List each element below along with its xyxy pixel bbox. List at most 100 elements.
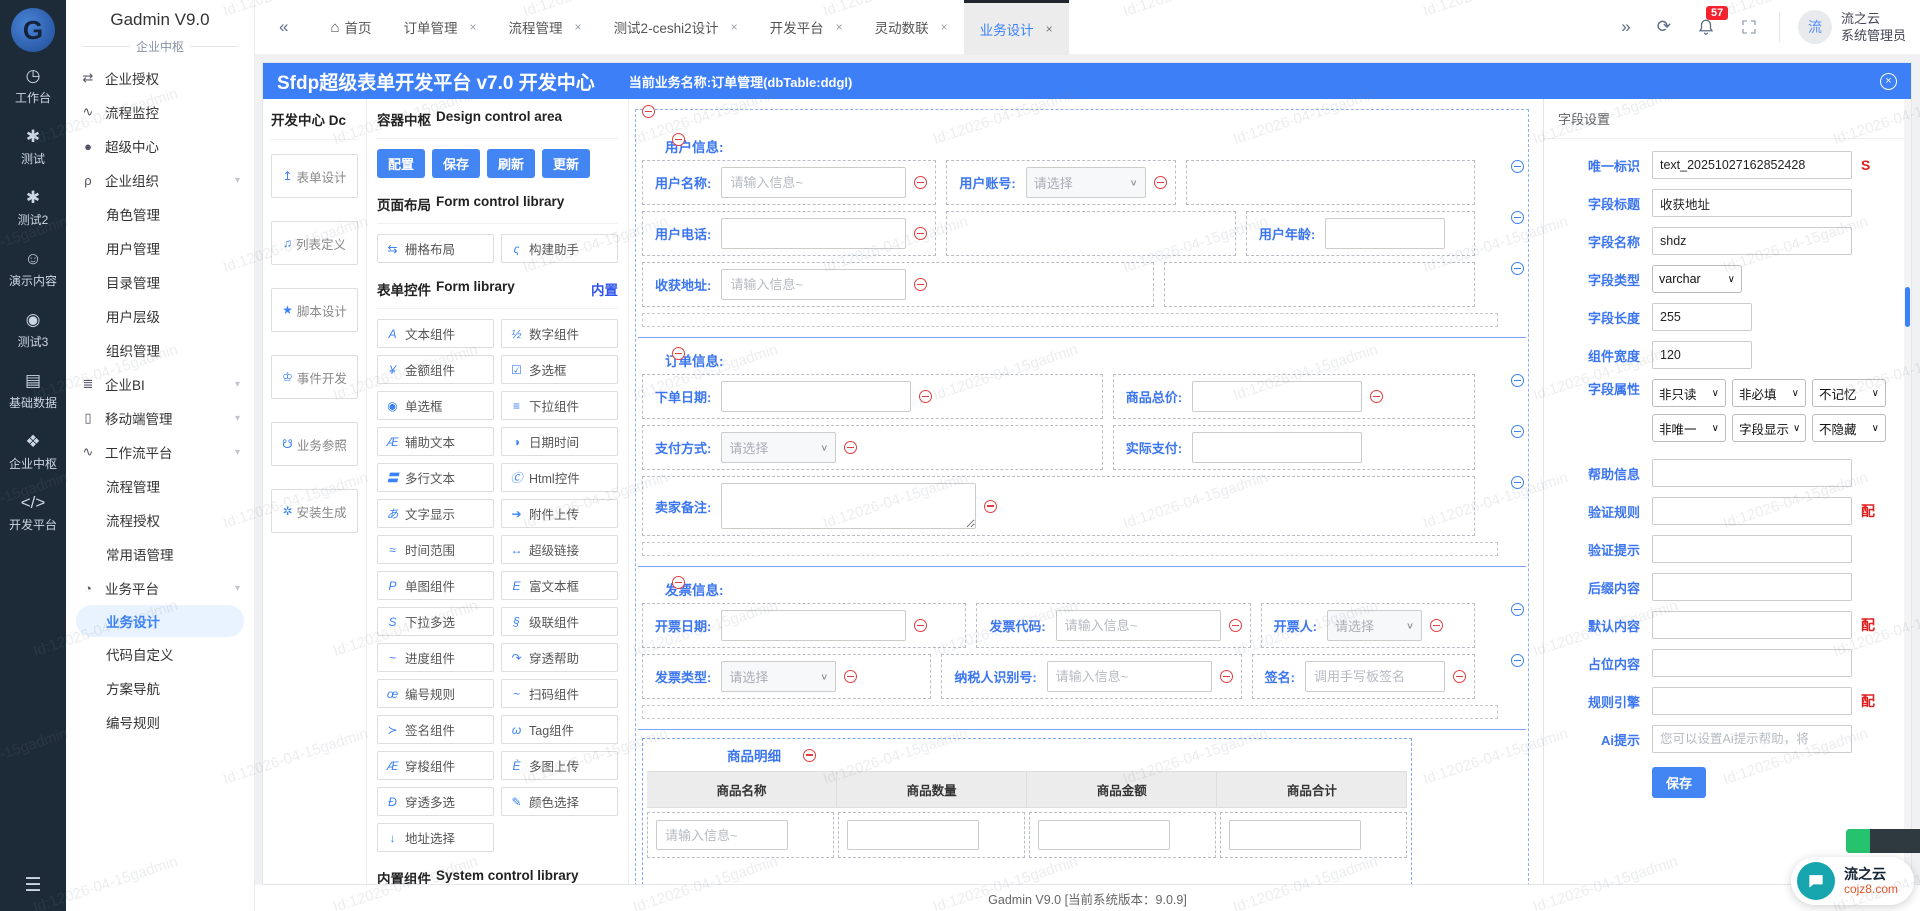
sidebar-item-编号规则[interactable]: 编号规则: [66, 705, 254, 739]
tab-订单管理[interactable]: 订单管理×: [388, 0, 493, 55]
attr-select-不记忆[interactable]: 不记忆∨: [1812, 379, 1886, 407]
notifications-bell-icon[interactable]: 57: [1697, 18, 1715, 36]
field-input[interactable]: [1056, 610, 1221, 641]
sidebar-item-用户层级[interactable]: 用户层级: [66, 299, 254, 333]
panel-input-帮助信息[interactable]: [1652, 459, 1852, 487]
field-select[interactable]: 请选择∨: [1327, 610, 1422, 641]
component-金额组件[interactable]: ¥金额组件: [377, 355, 494, 384]
component-单图组件[interactable]: P单图组件: [377, 571, 494, 600]
collapse-row-icon[interactable]: [1511, 654, 1524, 667]
sidebar-item-流程授权[interactable]: 流程授权: [66, 503, 254, 537]
collapse-row-icon[interactable]: [1511, 603, 1524, 616]
panel-input-默认内容[interactable]: [1652, 611, 1852, 639]
close-tab-icon[interactable]: ×: [470, 20, 477, 34]
collapse-row-icon[interactable]: [1511, 425, 1524, 438]
component-进度组件[interactable]: ~进度组件: [377, 643, 494, 672]
close-tab-icon[interactable]: ×: [836, 20, 843, 34]
panel-input-规则引擎[interactable]: [1652, 687, 1852, 715]
save-field-button[interactable]: 保存: [1652, 767, 1706, 798]
user-avatar[interactable]: 流: [1798, 10, 1832, 44]
component-构建助手[interactable]: ς构建助手: [501, 234, 618, 263]
rail-item-企业中枢[interactable]: ❖企业中枢: [9, 432, 57, 472]
remove-field-icon[interactable]: [914, 619, 927, 632]
field-input[interactable]: [721, 381, 911, 412]
sidebar-item-企业组织[interactable]: ρ企业组织▾: [66, 163, 254, 197]
component-编号规则[interactable]: œ编号规则: [377, 679, 494, 708]
component-下拉组件[interactable]: ≡下拉组件: [501, 391, 618, 420]
component-附件上传[interactable]: ➔附件上传: [501, 499, 618, 528]
sidebar-item-角色管理[interactable]: 角色管理: [66, 197, 254, 231]
attr-select-非只读[interactable]: 非只读∨: [1652, 379, 1726, 407]
component-签名组件[interactable]: ≻签名组件: [377, 715, 494, 744]
tab-流程管理[interactable]: 流程管理×: [493, 0, 598, 55]
component-富文本框[interactable]: E富文本框: [501, 571, 618, 600]
action-button-更新[interactable]: 更新: [542, 149, 590, 178]
sidebar-item-超级中心[interactable]: ●超级中心: [66, 129, 254, 163]
component-时间范围[interactable]: ≈时间范围: [377, 535, 494, 564]
devcenter-button-安装生成[interactable]: ✲安装生成: [271, 489, 358, 533]
action-button-配置[interactable]: 配置: [377, 149, 425, 178]
collapse-row-icon[interactable]: [1511, 160, 1524, 173]
attr-select-非必填[interactable]: 非必填∨: [1732, 379, 1806, 407]
config-link-唯一标识[interactable]: S: [1861, 157, 1870, 173]
tab-灵动数联[interactable]: 灵动数联×: [859, 0, 964, 55]
close-tab-icon[interactable]: ×: [575, 20, 582, 34]
tab-开发平台[interactable]: 开发平台×: [754, 0, 859, 55]
tab-home[interactable]: ⌂ 首页: [314, 0, 387, 55]
remove-field-icon[interactable]: [914, 278, 927, 291]
field-input[interactable]: [1047, 661, 1212, 692]
sidebar-item-企业授权[interactable]: ⇄企业授权: [66, 61, 254, 95]
rail-item-基础数据[interactable]: ▤基础数据: [9, 371, 57, 411]
component-扫码组件[interactable]: ~扫码组件: [501, 679, 618, 708]
collapse-row-icon[interactable]: [1511, 211, 1524, 224]
component-文本组件[interactable]: A文本组件: [377, 319, 494, 348]
component-多行文本[interactable]: 〓多行文本: [377, 463, 494, 492]
sidebar-item-用户管理[interactable]: 用户管理: [66, 231, 254, 265]
sidebar-item-流程监控[interactable]: ∿流程监控: [66, 95, 254, 129]
config-link-验证规则[interactable]: 配: [1861, 501, 1875, 521]
component-颜色选择[interactable]: ✎颜色选择: [501, 787, 618, 816]
sidebar-item-目录管理[interactable]: 目录管理: [66, 265, 254, 299]
rail-item-测试[interactable]: ✱测试: [9, 127, 57, 167]
panel-input-占位内容[interactable]: [1652, 649, 1852, 677]
remove-field-icon[interactable]: [844, 670, 857, 683]
menu-toggle-icon[interactable]: ☰: [24, 874, 41, 897]
remove-field-icon[interactable]: [1229, 619, 1242, 632]
panel-input-字段标题[interactable]: [1652, 189, 1852, 217]
panel-input-后缀内容[interactable]: [1652, 573, 1852, 601]
devcenter-button-业务参照[interactable]: ☋业务参照: [271, 422, 358, 466]
field-select[interactable]: 请选择∨: [721, 432, 836, 463]
remove-field-icon[interactable]: [984, 500, 997, 513]
sidebar-item-移动端管理[interactable]: ▯移动端管理▾: [66, 401, 254, 435]
remove-section-icon[interactable]: [672, 347, 685, 360]
field-input[interactable]: [1325, 218, 1445, 249]
field-input[interactable]: [721, 218, 906, 249]
sidebar-item-工作流平台[interactable]: ∿工作流平台▾: [66, 435, 254, 469]
rail-item-演示内容[interactable]: ☺演示内容: [9, 249, 57, 289]
field-select[interactable]: 请选择∨: [721, 661, 836, 692]
component-文字显示[interactable]: あ文字显示: [377, 499, 494, 528]
panel-input-字段长度[interactable]: [1652, 303, 1752, 331]
builtin-link[interactable]: 内置: [591, 279, 618, 299]
sidebar-item-代码自定义[interactable]: 代码自定义: [66, 637, 254, 671]
chat-widget[interactable]: 流之云 cojz8.com: [1791, 857, 1914, 905]
component-穿透多选[interactable]: Đ穿透多选: [377, 787, 494, 816]
panel-input-验证规则[interactable]: [1652, 497, 1852, 525]
sidebar-item-流程管理[interactable]: 流程管理: [66, 469, 254, 503]
component-多选框[interactable]: ☑多选框: [501, 355, 618, 384]
panel-scrollbar-thumb[interactable]: [1905, 287, 1910, 327]
sidebar-item-业务设计[interactable]: 业务设计: [76, 605, 244, 637]
component-下拉多选[interactable]: S下拉多选: [377, 607, 494, 636]
component-Html控件[interactable]: ⒸHtml控件: [501, 463, 618, 492]
devcenter-button-事件开发[interactable]: ♔事件开发: [271, 355, 358, 399]
remove-field-icon[interactable]: [914, 176, 927, 189]
component-栅格布局[interactable]: ⇆栅格布局: [377, 234, 494, 263]
panel-input-组件宽度[interactable]: [1652, 341, 1752, 369]
panel-select-字段类型[interactable]: varchar∨: [1652, 265, 1742, 293]
attr-select-不隐藏[interactable]: 不隐藏∨: [1812, 414, 1886, 442]
sidebar-item-企业BI[interactable]: ≣企业BI▾: [66, 367, 254, 401]
rail-item-工作台[interactable]: ◷工作台: [9, 66, 57, 106]
field-input[interactable]: [721, 610, 906, 641]
fullscreen-icon[interactable]: [1741, 19, 1757, 35]
config-link-默认内容[interactable]: 配: [1861, 615, 1875, 635]
